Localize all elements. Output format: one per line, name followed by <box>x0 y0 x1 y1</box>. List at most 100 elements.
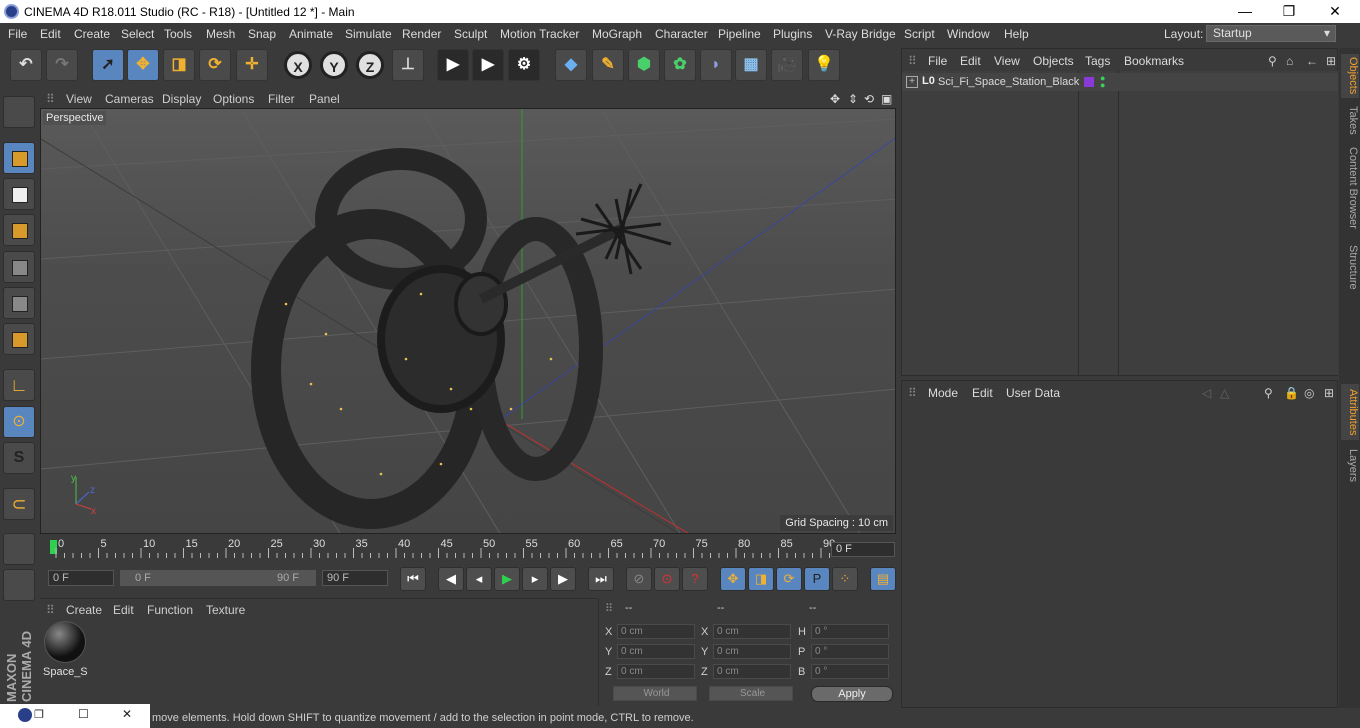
edges-mode-icon[interactable] <box>3 287 35 319</box>
tab-takes[interactable]: Takes <box>1341 104 1359 136</box>
frame-range-slider[interactable]: 0 F 90 F <box>120 570 316 586</box>
size-z-field[interactable]: 0 cm <box>713 664 791 679</box>
object-menu-view[interactable]: View <box>994 54 1020 68</box>
menu-edit[interactable]: Edit <box>40 27 61 41</box>
menu-tools[interactable]: Tools <box>164 27 192 41</box>
play-icon[interactable]: ▶ <box>494 567 520 591</box>
polygons-mode-icon[interactable] <box>3 323 35 355</box>
material-menu-function[interactable]: Function <box>147 603 193 617</box>
menu-vray-bridge[interactable]: V-Ray Bridge <box>825 27 896 41</box>
auto-keying-icon[interactable]: ⊙ <box>654 567 680 591</box>
drag-handle-icon[interactable]: ⠿ <box>605 602 613 615</box>
menu-window[interactable]: Window <box>947 27 990 41</box>
rot-p-field[interactable]: 0 ° <box>811 644 889 659</box>
material-name[interactable]: Space_S <box>43 666 88 678</box>
layout-dropdown[interactable]: Startup <box>1206 25 1336 42</box>
attribute-menu-mode[interactable]: Mode <box>928 386 958 400</box>
timeline-ruler[interactable]: 0 5 10 15 20 25 30 35 40 45 50 55 60 65 70 75 80 85 90 <box>40 536 898 562</box>
z-axis-lock-button[interactable]: Z <box>356 51 384 79</box>
menu-mograph[interactable]: MoGraph <box>592 27 642 41</box>
rotate-tool-icon[interactable]: ⟳ <box>199 49 231 81</box>
tweak-mode-icon[interactable]: ⊙ <box>3 406 35 438</box>
keyframe-selection-icon[interactable]: ? <box>682 567 708 591</box>
redo-icon[interactable]: ↷ <box>46 49 78 81</box>
points-mode-icon[interactable] <box>3 251 35 283</box>
render-picture-viewer-icon[interactable]: ▶ <box>472 49 504 81</box>
key-parameter-icon[interactable]: P <box>804 567 830 591</box>
material-thumbnail[interactable] <box>44 621 86 663</box>
maximize-button[interactable]: ❐ <box>1266 0 1312 23</box>
close-button[interactable]: ✕ <box>1312 0 1358 23</box>
drag-handle-icon[interactable]: ⠿ <box>46 92 55 106</box>
attribute-menu-edit[interactable]: Edit <box>972 386 993 400</box>
rot-h-field[interactable]: 0 ° <box>811 624 889 639</box>
timeline-window-icon[interactable]: ▤ <box>870 567 896 591</box>
search-icon[interactable]: ⚲ <box>1268 54 1277 68</box>
record-keys-icon[interactable]: ⊘ <box>626 567 652 591</box>
go-to-start-icon[interactable]: ⏮ <box>400 567 426 591</box>
workplane-mode-icon[interactable] <box>3 214 35 246</box>
coordinate-mode-dropdown[interactable]: World <box>613 686 697 701</box>
target-icon[interactable]: ◎ <box>1304 386 1314 400</box>
space-station-model[interactable] <box>251 148 672 529</box>
render-settings-icon[interactable]: ⚙ <box>508 49 540 81</box>
viewport-maximize-icon[interactable]: ▣ <box>881 92 892 106</box>
maximize-icon[interactable]: ☐ <box>78 707 89 721</box>
solo-mode-icon[interactable]: S <box>3 442 35 474</box>
size-x-field[interactable]: 0 cm <box>713 624 791 639</box>
move-tool-icon[interactable]: ✥ <box>127 49 159 81</box>
tab-structure[interactable]: Structure <box>1341 242 1359 292</box>
axis-mode-icon[interactable]: ∟ <box>3 369 35 401</box>
previous-key-icon[interactable]: ◀ <box>438 567 464 591</box>
viewport-menu-panel[interactable]: Panel <box>309 92 340 106</box>
menu-mesh[interactable]: Mesh <box>206 27 235 41</box>
subdivision-surface-icon[interactable]: ⬢ <box>628 49 660 81</box>
viewport-move-icon[interactable]: ✥ <box>830 92 840 106</box>
key-point-level-icon[interactable]: ⁘ <box>832 567 858 591</box>
drag-handle-icon[interactable]: ⠿ <box>908 54 917 68</box>
pen-spline-icon[interactable]: ✎ <box>592 49 624 81</box>
camera-label[interactable]: Perspective <box>43 111 107 125</box>
transform-mode-dropdown[interactable]: Scale <box>709 686 793 701</box>
menu-create[interactable]: Create <box>74 27 110 41</box>
next-key-icon[interactable]: ▶ <box>550 567 576 591</box>
3d-viewport[interactable]: y z x Perspective Grid Spacing : 10 cm <box>40 108 896 534</box>
minimize-button[interactable]: — <box>1222 0 1268 23</box>
tab-content-browser[interactable]: Content Browser <box>1341 144 1359 232</box>
cube-primitive-icon[interactable]: ◆ <box>555 49 587 81</box>
snap-magnet-icon[interactable]: ⊂ <box>3 488 35 520</box>
scale-tool-icon[interactable]: ◨ <box>163 49 195 81</box>
visibility-dots-icon[interactable]: ● ● <box>1100 74 1105 90</box>
viewport-menu-filter[interactable]: Filter <box>268 92 295 106</box>
pos-x-field[interactable]: 0 cm <box>617 624 695 639</box>
tab-attributes[interactable]: Attributes <box>1341 384 1359 440</box>
viewport-menu-options[interactable]: Options <box>213 92 254 106</box>
back-arrow-icon[interactable]: ◁ <box>1202 386 1211 400</box>
coordinate-system-icon[interactable]: ⊥ <box>392 49 424 81</box>
object-menu-tags[interactable]: Tags <box>1085 54 1110 68</box>
menu-motion-tracker[interactable]: Motion Tracker <box>500 27 579 41</box>
texture-mode-icon[interactable] <box>3 178 35 210</box>
apply-button[interactable]: Apply <box>811 686 893 702</box>
workplane-lock-icon[interactable] <box>3 533 35 565</box>
menu-pipeline[interactable]: Pipeline <box>718 27 761 41</box>
floor-environment-icon[interactable]: ▦ <box>735 49 767 81</box>
workplane-align-icon[interactable] <box>3 569 35 601</box>
menu-snap[interactable]: Snap <box>248 27 276 41</box>
pos-z-field[interactable]: 0 cm <box>617 664 695 679</box>
drag-handle-icon[interactable]: ⠿ <box>46 603 55 617</box>
pos-y-field[interactable]: 0 cm <box>617 644 695 659</box>
new-panel-icon[interactable]: ⊞ <box>1326 54 1336 68</box>
menu-sculpt[interactable]: Sculpt <box>454 27 487 41</box>
object-menu-objects[interactable]: Objects <box>1033 54 1074 68</box>
tab-layers[interactable]: Layers <box>1341 448 1359 484</box>
key-position-icon[interactable]: ✥ <box>720 567 746 591</box>
key-rotation-icon[interactable]: ⟳ <box>776 567 802 591</box>
next-frame-icon[interactable]: ▸ <box>522 567 548 591</box>
go-to-end-icon[interactable]: ⏭ <box>588 567 614 591</box>
light-icon[interactable]: 💡 <box>808 49 840 81</box>
object-menu-edit[interactable]: Edit <box>960 54 981 68</box>
search-icon[interactable]: ⚲ <box>1264 386 1273 400</box>
current-frame-field[interactable]: 0 F <box>831 542 895 557</box>
size-y-field[interactable]: 0 cm <box>713 644 791 659</box>
